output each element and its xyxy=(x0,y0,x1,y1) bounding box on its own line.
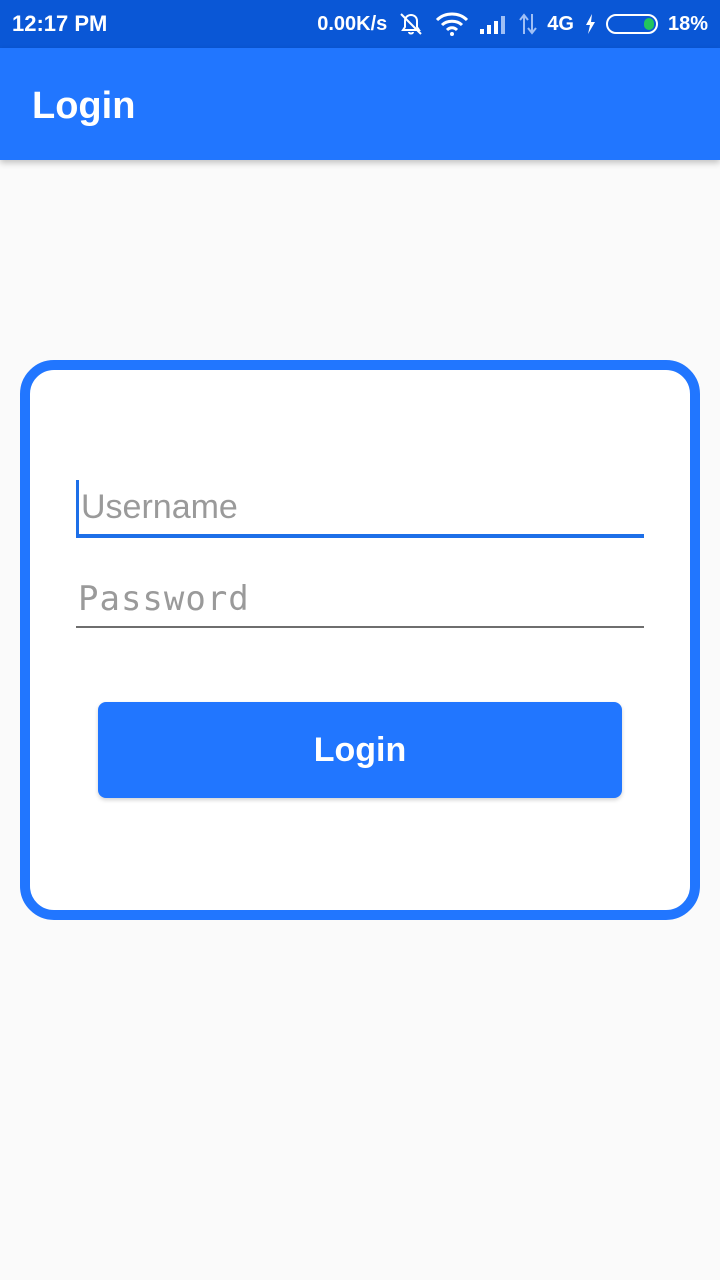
username-underline xyxy=(76,534,644,538)
battery-icon xyxy=(605,14,658,34)
username-field-container xyxy=(76,480,644,538)
battery-percent: 18% xyxy=(667,12,708,35)
password-underline xyxy=(76,626,644,628)
login-card: Login xyxy=(20,360,700,920)
charging-icon xyxy=(584,13,596,35)
data-arrows-icon xyxy=(519,12,538,36)
app-bar: Login xyxy=(0,48,720,160)
page-title: Login xyxy=(32,85,136,127)
network-speed: 0.00K/s xyxy=(317,12,388,35)
status-icons: 0.00K/s 4G 18% xyxy=(317,9,708,39)
password-field-container xyxy=(76,572,644,628)
status-time: 12:17 PM xyxy=(12,11,108,36)
status-bar: 12:17 PM 0.00K/s 4G 18% xyxy=(0,0,720,48)
network-type: 4G xyxy=(547,12,574,35)
username-input[interactable] xyxy=(76,480,644,534)
login-button[interactable]: Login xyxy=(98,702,622,798)
battery-level xyxy=(643,18,654,30)
mute-icon xyxy=(397,11,425,37)
signal-icon xyxy=(479,13,509,35)
wifi-icon xyxy=(435,12,469,36)
password-input[interactable] xyxy=(76,572,644,626)
